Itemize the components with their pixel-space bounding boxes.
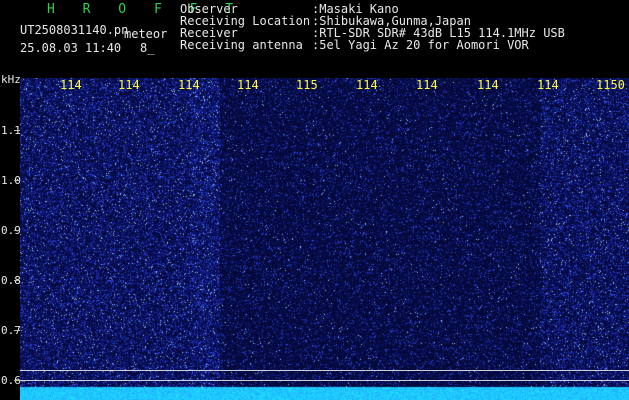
freq-label: 115 <box>296 78 318 92</box>
freq-label: 114 <box>416 78 438 92</box>
freq-label: 114 <box>537 78 559 92</box>
meta-value: :5el Yagi Az 20 for Aomori VOR <box>312 38 529 52</box>
y-axis-unit: kHz <box>1 73 21 86</box>
freq-label: 1150 <box>596 78 625 92</box>
y-tick <box>14 330 20 331</box>
y-tick <box>14 280 20 281</box>
freq-label: 114 <box>237 78 259 92</box>
filename-label: UT2508031140.pn <box>20 23 129 37</box>
freq-label: 114 <box>178 78 200 92</box>
y-tick <box>14 230 20 231</box>
reference-line <box>20 380 629 381</box>
spectrogram-canvas <box>20 78 629 400</box>
freq-label: 114 <box>356 78 378 92</box>
count-label: 8_ <box>140 41 155 55</box>
freq-label: 114 <box>477 78 499 92</box>
meteor-tag: meteor <box>124 27 168 41</box>
y-tick <box>14 130 20 131</box>
freq-label: 114 <box>118 78 140 92</box>
y-tick <box>14 180 20 181</box>
meta-key: Receiving antenna <box>180 38 303 52</box>
datetime-label: 25.08.03 11:40 <box>20 41 122 55</box>
spectrogram <box>20 78 629 400</box>
reference-line <box>20 370 629 371</box>
freq-label: 114 <box>60 78 82 92</box>
